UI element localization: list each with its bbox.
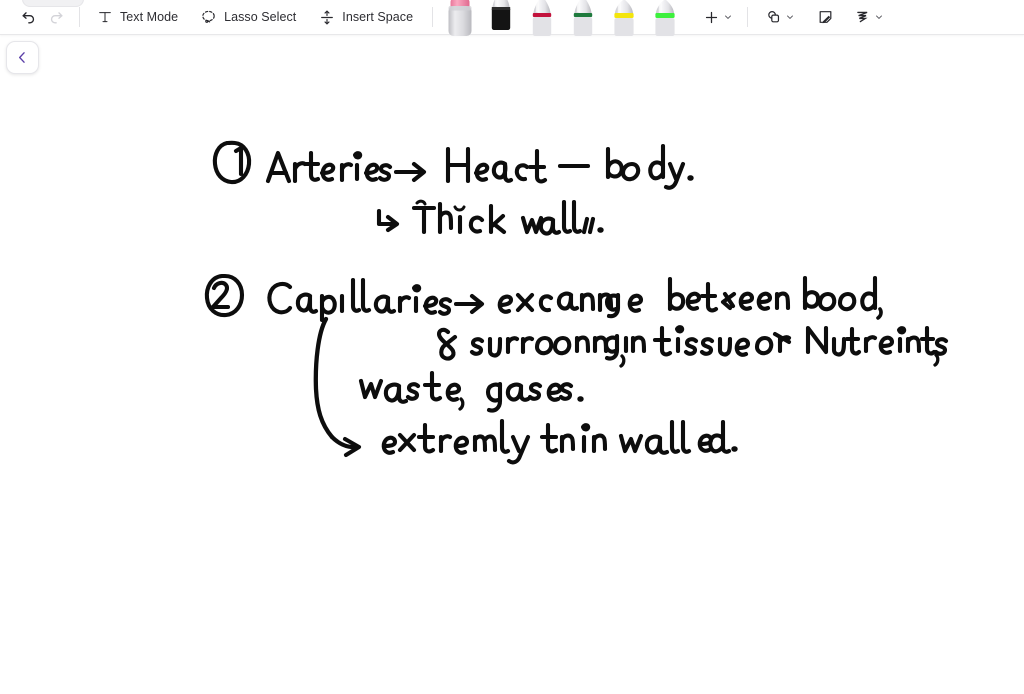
text-mode-button[interactable]: Text Mode [89,3,185,31]
redo-button[interactable] [42,3,70,31]
pen-green-icon [573,0,593,36]
chevron-down-icon [784,12,795,23]
note-canvas[interactable]: 1) Arteries → Heart — body. ↳ Thick wall… [0,36,1024,694]
toolbar-divider-3 [747,7,749,27]
insert-space-label: Insert Space [342,10,414,24]
eraser-icon [448,0,472,36]
pen-green-tool[interactable] [566,0,600,36]
shapes-icon [765,9,782,26]
lasso-select-button[interactable]: Lasso Select [193,3,303,31]
plus-icon [703,9,720,26]
pen-tray [443,0,682,36]
sticky-note-button[interactable] [811,3,839,31]
chevron-down-icon [722,12,733,23]
pen-red-tool[interactable] [525,0,559,36]
insert-space-icon [318,9,335,26]
notes-app-window: Text Mode Lasso Select Insert Space [0,0,1024,694]
lasso-select-label: Lasso Select [224,10,297,24]
add-tool-button[interactable] [698,3,737,31]
text-icon [96,9,113,26]
handwriting-ink-layer [204,140,949,465]
note-pencil-icon [817,9,834,26]
redo-icon [48,9,65,26]
pen-red-icon [532,0,552,36]
text-mode-label: Text Mode [120,10,179,24]
eraser-tool[interactable] [443,0,477,36]
squiggle-icon [854,9,871,26]
lasso-icon [200,9,217,26]
undo-icon [20,9,37,26]
pen-black-icon [491,0,511,30]
shapes-button[interactable] [760,3,799,31]
toolbar-divider-1 [79,7,80,27]
insert-space-button[interactable]: Insert Space [311,3,420,31]
pen-black-tool[interactable] [484,0,518,35]
toolbar-divider-2 [432,7,434,27]
highlighter-green-tool[interactable] [648,0,682,36]
highlighter-green-icon [655,0,675,36]
chevron-down-icon [873,12,884,23]
back-button[interactable] [6,41,39,74]
mode-group: Text Mode Lasso Select Insert Space [89,0,420,35]
chevron-left-icon [14,49,31,66]
ink-effects-button[interactable] [849,3,888,31]
top-toolbar: Text Mode Lasso Select Insert Space [0,0,1024,36]
toolbar-handle-nub [22,0,84,7]
undo-button[interactable] [14,3,42,31]
highlighter-yellow-tool[interactable] [607,0,641,36]
highlighter-yellow-icon [614,0,634,36]
